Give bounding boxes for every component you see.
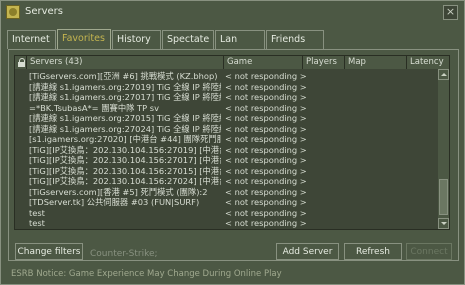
server-game: < not responding > xyxy=(225,218,307,228)
server-name: [s1.igamers.org:27020] [中港台 #44] 團隊死鬥服 xyxy=(29,134,221,144)
scroll-down-icon[interactable] xyxy=(438,218,449,229)
close-button[interactable]: × xyxy=(443,5,458,20)
header-lock[interactable] xyxy=(15,56,27,69)
server-game: < not responding > xyxy=(225,165,307,176)
tab-lan[interactable]: Lan xyxy=(215,30,265,49)
favorites-panel: Servers (43) Game Players Map Latency [T… xyxy=(8,49,459,261)
header-latency[interactable]: Latency xyxy=(407,56,449,69)
server-game: < not responding > xyxy=(225,123,307,134)
table-row[interactable]: [請連線 s1.igamers.org:27017] TiG 全線 IP 將陸續… xyxy=(15,92,437,103)
server-list[interactable]: Servers (43) Game Players Map Latency [T… xyxy=(14,55,450,230)
steam-icon xyxy=(6,5,20,19)
change-filters-button[interactable]: Change filters xyxy=(15,243,83,260)
server-name: [TiG][IP艾換鳥：202.130.104.156:27019] [中港台]… xyxy=(29,144,221,155)
server-game: < not responding > xyxy=(225,92,307,102)
server-name: [TDServer.tk] 公共伺服器 #03 (FUN|SURF) xyxy=(29,197,200,207)
server-name: [TiG][IP艾換鳥：202.130.104.156:27015] [中港台]… xyxy=(29,165,221,176)
server-name: [TiGservers.com][香港 #5] 死鬥模式 (團隊):2 xyxy=(29,186,208,197)
table-row[interactable]: [TiGservers.com][香港 #5] 死鬥模式 (團隊):2 < not… xyxy=(15,187,437,198)
server-name: [請連線 s1.igamers.org:27019] TiG 全線 IP 將陸續… xyxy=(29,81,221,92)
table-row[interactable]: [TDServer.tk] 公共伺服器 #03 (FUN|SURF) < not … xyxy=(15,197,437,208)
table-row[interactable]: test < not responding > xyxy=(15,208,437,219)
table-row[interactable]: [TiG][IP艾換鳥：202.130.104.156:27024] [中港台]… xyxy=(15,176,437,187)
server-game: < not responding > xyxy=(225,176,307,186)
server-game: < not responding > xyxy=(225,71,307,81)
tab-friends[interactable]: Friends xyxy=(266,30,324,49)
server-game: < not responding > xyxy=(225,155,307,165)
esrb-notice: ESRB Notice: Game Experience May Change … xyxy=(11,269,282,279)
server-name: test xyxy=(29,218,45,228)
table-row[interactable]: [請連線 s1.igamers.org:27015] TiG 全線 IP 將陸續… xyxy=(15,113,437,124)
add-server-button[interactable]: Add Server xyxy=(276,243,339,260)
window-title: Servers xyxy=(25,6,64,17)
tab-favorites[interactable]: Favorites xyxy=(57,29,111,50)
server-name: [TiG][IP艾換鳥：202.130.104.156:27017] [中港台]… xyxy=(29,155,221,165)
header-game[interactable]: Game xyxy=(224,56,303,69)
server-game: < not responding > xyxy=(225,134,307,144)
lock-icon xyxy=(18,58,26,67)
table-row[interactable]: =*BK.TsubasA*= 團賽中隊 TP sv < not respondin… xyxy=(15,103,437,114)
server-name: [請連線 s1.igamers.org:27024] TiG 全線 IP 將陸續… xyxy=(29,123,221,134)
server-game: < not responding > xyxy=(225,102,307,113)
vertical-scrollbar[interactable] xyxy=(438,69,449,229)
server-game: < not responding > xyxy=(225,207,307,218)
server-game: < not responding > xyxy=(225,144,307,155)
tab-internet[interactable]: Internet xyxy=(7,30,56,49)
header-players[interactable]: Players xyxy=(303,56,345,69)
table-row[interactable]: [TiG][IP艾換鳥：202.130.104.156:27015] [中港台]… xyxy=(15,166,437,177)
table-row[interactable]: [TiG][IP艾換鳥：202.130.104.156:27017] [中港台]… xyxy=(15,155,437,166)
title-bar[interactable]: Servers × xyxy=(1,1,464,25)
tab-history[interactable]: History xyxy=(112,30,161,49)
scroll-thumb[interactable] xyxy=(439,179,448,215)
server-game: < not responding > xyxy=(225,186,307,197)
table-row[interactable]: [請連線 s1.igamers.org:27024] TiG 全線 IP 將陸續… xyxy=(15,124,437,135)
server-name: [請連線 s1.igamers.org:27017] TiG 全線 IP 將陸續… xyxy=(29,92,221,102)
refresh-button[interactable]: Refresh xyxy=(344,243,402,260)
table-row[interactable]: test < not responding > xyxy=(15,218,437,229)
server-name: [TiG][IP艾換鳥：202.130.104.156:27024] [中港台]… xyxy=(29,176,221,186)
table-row[interactable]: [TiG][IP艾換鳥：202.130.104.156:27019] [中港台]… xyxy=(15,145,437,156)
server-game: < not responding > xyxy=(225,197,307,207)
header-servers[interactable]: Servers (43) xyxy=(27,56,224,69)
filter-summary: Counter-Strike; xyxy=(90,249,158,259)
list-header: Servers (43) Game Players Map Latency xyxy=(15,56,449,69)
server-game: < not responding > xyxy=(225,113,307,123)
table-row[interactable]: [請連線 s1.igamers.org:27019] TiG 全線 IP 將陸續… xyxy=(15,82,437,93)
server-name: test xyxy=(29,207,45,218)
server-name: =*BK.TsubasA*= 團賽中隊 TP sv xyxy=(29,102,159,113)
server-name: [請連線 s1.igamers.org:27015] TiG 全線 IP 將陸續… xyxy=(29,113,221,123)
server-rows: [TiGservers.com][亞洲 #6] 挑戰模式 (KZ.bhop) < … xyxy=(15,71,437,229)
table-row[interactable]: [s1.igamers.org:27020] [中港台 #44] 團隊死鬥服 < … xyxy=(15,134,437,145)
connect-button[interactable]: Connect xyxy=(406,243,452,260)
server-name: [TiGservers.com][亞洲 #6] 挑戰模式 (KZ.bhop) xyxy=(29,71,218,81)
header-map[interactable]: Map xyxy=(345,56,407,69)
tab-spectate[interactable]: Spectate xyxy=(162,30,214,49)
servers-window: Servers × Internet Favorites History Spe… xyxy=(0,0,465,285)
table-row[interactable]: [TiGservers.com][亞洲 #6] 挑戰模式 (KZ.bhop) < … xyxy=(15,71,437,82)
server-game: < not responding > xyxy=(225,81,307,92)
scroll-up-icon[interactable] xyxy=(438,69,449,80)
